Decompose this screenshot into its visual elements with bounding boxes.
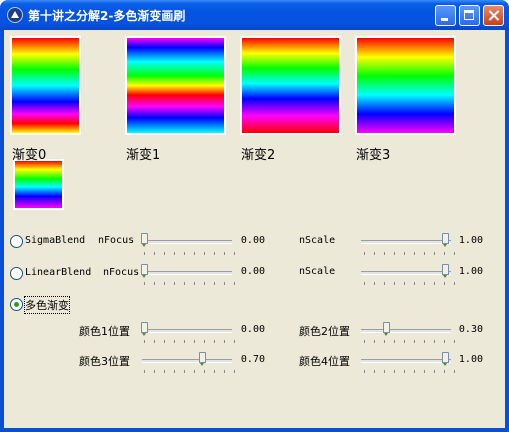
maximize-button[interactable] [459,5,480,26]
sigma-focus-label: nFocus [98,235,135,246]
swatch-label-3: 渐变3 [356,148,391,163]
app-icon[interactable] [7,7,23,23]
color1-position-thumb[interactable] [141,322,148,336]
sigma-scale-slider[interactable] [361,240,451,244]
sigma-blend-label[interactable]: SigmaBlend [25,235,85,246]
linear-focus-label: nFocus [103,267,140,278]
sigma-scale-value: 1.00 [458,235,483,246]
multi-color-label[interactable]: 多色渐变 [24,296,70,314]
swatch-label-0: 渐变0 [12,148,47,163]
linear-focus-slider[interactable] [142,271,232,275]
color4-position-value: 1.00 [458,354,483,365]
color4-position-ticks [364,370,455,373]
sigma-focus-ticks [144,252,235,255]
color2-position-slider[interactable] [361,329,451,333]
color2-position-label: 颜色2位置 [299,325,350,338]
gradient-swatch-2 [240,36,341,135]
color2-position-thumb[interactable] [383,322,390,336]
gradient-swatch-0 [10,36,81,135]
sigma-focus-thumb[interactable] [141,233,148,247]
gradient-swatch-1 [125,36,226,135]
color1-position-label: 颜色1位置 [79,325,130,338]
gradient-swatch-small [13,159,64,210]
linear-scale-slider[interactable] [361,271,451,275]
color1-position-value: 0.00 [240,324,265,335]
sigma-blend-radio[interactable] [10,235,23,248]
window-title: 第十讲之分解2-多色渐变画刷 [28,9,186,23]
swatch-label-1: 渐变1 [126,148,161,163]
sigma-focus-value: 0.00 [240,235,265,246]
color3-position-thumb[interactable] [199,352,206,366]
linear-focus-value: 0.00 [240,266,265,277]
linear-scale-ticks [364,282,455,285]
linear-blend-label[interactable]: LinearBlend [25,267,91,278]
app-window: 第十讲之分解2-多色渐变画刷 渐变0 渐变1 渐变2 渐变3 SigmaBlen… [0,0,509,432]
color3-position-slider[interactable] [142,359,232,363]
color3-position-label: 颜色3位置 [79,355,130,368]
sigma-scale-ticks [364,252,455,255]
close-button[interactable] [483,5,504,26]
linear-blend-radio[interactable] [10,267,23,280]
sigma-focus-slider[interactable] [142,240,232,244]
color2-position-value: 0.30 [458,324,483,335]
color4-position-slider[interactable] [361,359,451,363]
title-bar[interactable]: 第十讲之分解2-多色渐变画刷 [0,0,509,30]
color3-position-value: 0.70 [240,354,265,365]
color4-position-label: 颜色4位置 [299,355,350,368]
linear-focus-ticks [144,282,235,285]
linear-focus-thumb[interactable] [141,264,148,278]
linear-scale-value: 1.00 [458,266,483,277]
swatch-label-2: 渐变2 [241,148,276,163]
multi-color-radio[interactable] [10,298,23,311]
gradient-swatch-3 [355,36,456,135]
minimize-button[interactable] [435,5,456,26]
color2-position-ticks [364,340,455,343]
client-area: 渐变0 渐变1 渐变2 渐变3 SigmaBlend nFocus 0.00 n… [4,30,505,428]
color1-position-ticks [144,340,235,343]
linear-scale-label: nScale [299,266,336,277]
color1-position-slider[interactable] [142,329,232,333]
sigma-scale-label: nScale [299,235,336,246]
color3-position-ticks [144,370,235,373]
